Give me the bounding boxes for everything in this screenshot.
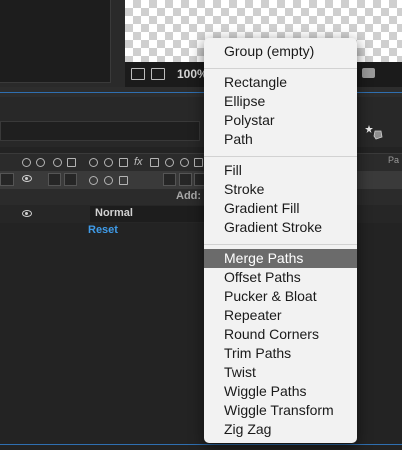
menu-item-rectangle[interactable]: Rectangle — [204, 73, 357, 92]
layer-quality-icon[interactable] — [119, 176, 128, 185]
layer-adjustment-toggle[interactable] — [179, 173, 192, 186]
menu-separator — [204, 156, 357, 157]
menu-item-zig-zag[interactable]: Zig Zag — [204, 420, 357, 439]
label-color-swatch[interactable] — [0, 173, 14, 186]
lock-icon[interactable] — [67, 158, 76, 167]
project-panel-inner — [0, 0, 111, 83]
menu-item-wiggle-paths[interactable]: Wiggle Paths — [204, 382, 357, 401]
menu-item-path[interactable]: Path — [204, 130, 357, 149]
layer-shy-icon[interactable] — [89, 176, 98, 185]
collapse-sun-icon[interactable] — [104, 158, 113, 167]
menu-item-offset-paths[interactable]: Offset Paths — [204, 268, 357, 287]
menu-item-twist[interactable]: Twist — [204, 363, 357, 382]
audio-speaker-icon[interactable] — [36, 158, 45, 167]
menu-item-merge-paths[interactable]: Merge Paths — [204, 249, 357, 268]
layer-visibility-eye-icon[interactable] — [22, 175, 32, 182]
menu-item-group-empty[interactable]: Group (empty) — [204, 42, 357, 61]
monitor-icon[interactable] — [151, 68, 165, 80]
project-panel — [0, 0, 125, 87]
menu-item-polystar[interactable]: Polystar — [204, 111, 357, 130]
region-of-interest-icon[interactable] — [131, 68, 145, 80]
layer-audio-toggle[interactable] — [48, 173, 61, 186]
timeline-search-input[interactable] — [0, 121, 200, 141]
solo-dot-icon[interactable] — [53, 158, 62, 167]
menu-item-wiggle-transform[interactable]: Wiggle Transform — [204, 401, 357, 420]
video-eye-icon[interactable] — [22, 158, 31, 167]
property-eye-icon[interactable] — [22, 210, 32, 217]
menu-separator — [204, 244, 357, 245]
reset-link[interactable]: Reset — [88, 224, 118, 236]
adjustment-layer-icon[interactable] — [180, 158, 189, 167]
timeline-bottom-line — [0, 444, 402, 445]
3d-layer-cube-icon[interactable] — [194, 158, 203, 167]
menu-item-stroke[interactable]: Stroke — [204, 180, 357, 199]
layer-collapse-icon[interactable] — [104, 176, 113, 185]
menu-item-round-corners[interactable]: Round Corners — [204, 325, 357, 344]
menu-item-trim-paths[interactable]: Trim Paths — [204, 344, 357, 363]
parent-column-label: Pa — [388, 155, 400, 165]
effects-fx-label[interactable]: fx — [134, 156, 143, 168]
add-shape-context-menu: Group (empty) Rectangle Ellipse Polystar… — [204, 38, 357, 443]
menu-item-pucker-bloat[interactable]: Pucker & Bloat — [204, 287, 357, 306]
menu-item-fill[interactable]: Fill — [204, 161, 357, 180]
menu-item-ellipse[interactable]: Ellipse — [204, 92, 357, 111]
shy-icon[interactable] — [89, 158, 98, 167]
menu-separator — [204, 68, 357, 69]
motion-blur-icon[interactable] — [165, 158, 174, 167]
layer-motion-blur-toggle[interactable] — [163, 173, 176, 186]
menu-item-repeater[interactable]: Repeater — [204, 306, 357, 325]
menu-item-gradient-stroke[interactable]: Gradient Stroke — [204, 218, 357, 237]
frame-blend-icon[interactable] — [150, 158, 159, 167]
shape-layer-sparkle-icon[interactable] — [365, 124, 383, 140]
layer-lock-toggle[interactable] — [64, 173, 77, 186]
quality-slash-icon[interactable] — [119, 158, 128, 167]
blend-mode-value[interactable]: Normal — [95, 207, 133, 219]
add-label[interactable]: Add: — [176, 190, 201, 202]
menu-item-gradient-fill[interactable]: Gradient Fill — [204, 199, 357, 218]
camera-icon[interactable] — [362, 68, 375, 78]
